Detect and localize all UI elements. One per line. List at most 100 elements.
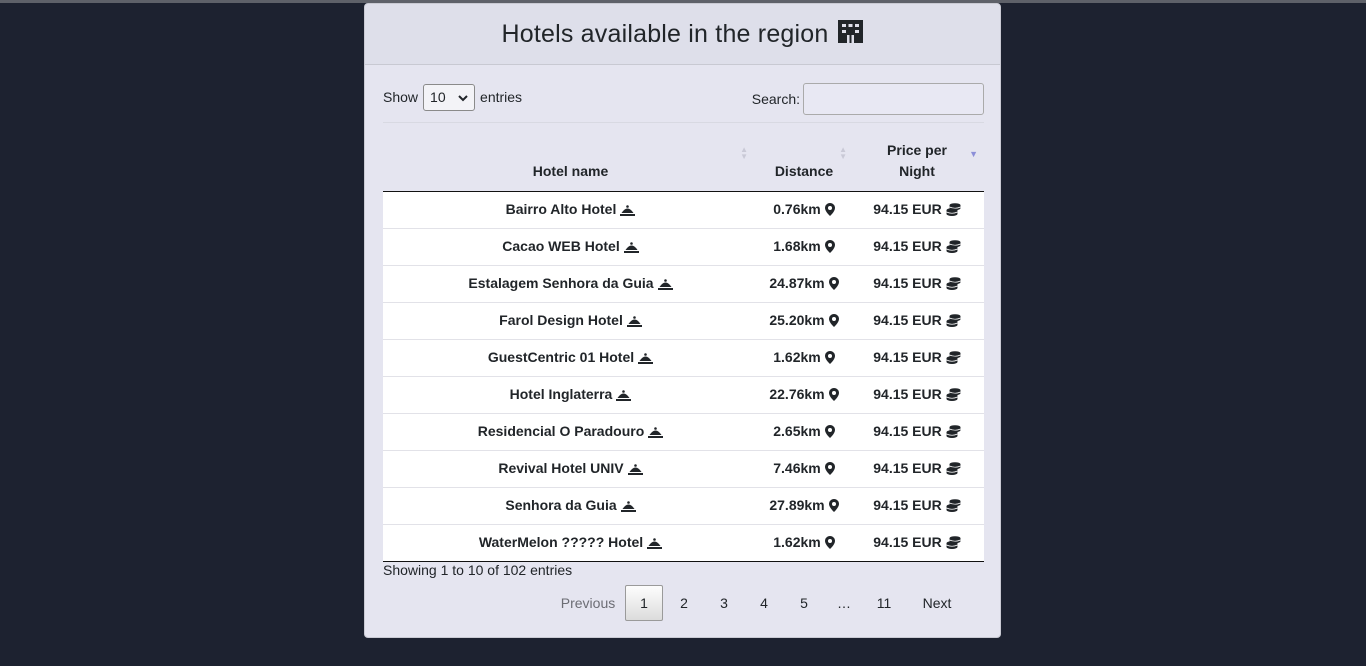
distance-cell: 1.62km	[758, 525, 850, 562]
table-row: Residencial O Paradouro 2.65km 94.15 EUR	[383, 413, 984, 451]
page-button-5[interactable]: 5	[785, 585, 823, 621]
hotel-name: Revival Hotel UNIV	[498, 460, 624, 476]
price-cell: 94.15 EUR	[850, 414, 984, 451]
coins-icon	[946, 536, 961, 552]
column-header-price[interactable]: Price per Night ▼	[850, 124, 984, 192]
entries-per-page-select[interactable]: 10	[423, 83, 476, 111]
distance-value: 0.76km	[773, 201, 821, 217]
price-cell: 94.15 EUR	[850, 488, 984, 525]
hotel-name-cell: Estalagem Senhora da Guia	[383, 266, 758, 303]
hotel-name: GuestCentric 01 Hotel	[487, 349, 635, 365]
price-value: 94.15 EUR	[873, 460, 942, 476]
hotels-card: Hotels available in the region Show 10 e…	[364, 3, 1001, 638]
price-value: 94.15 EUR	[873, 534, 942, 550]
map-marker-icon	[824, 240, 835, 256]
page-button-4[interactable]: 4	[745, 585, 783, 621]
coins-icon	[946, 314, 961, 330]
search-input[interactable]	[803, 83, 984, 115]
price-cell: 94.15 EUR	[850, 525, 984, 562]
column-header-label: Price per Night	[887, 142, 947, 179]
price-cell: 94.15 EUR	[850, 192, 984, 229]
price-value: 94.15 EUR	[873, 275, 942, 291]
entries-label: entries	[480, 89, 523, 105]
price-value: 94.15 EUR	[873, 386, 942, 402]
concierge-bell-icon	[616, 388, 632, 404]
distance-value: 1.68km	[773, 238, 821, 254]
table-row: Hotel Inglaterra 22.76km 94.15 EUR	[383, 376, 984, 414]
distance-value: 1.62km	[773, 534, 821, 550]
hotels-table: Hotel name ▲ ▼ Distance ▲ ▼ Price per Nigh…	[383, 124, 984, 562]
distance-value: 7.46km	[773, 460, 821, 476]
sort-both-icon: ▲ ▼	[740, 145, 748, 161]
hotel-name-cell: Residencial O Paradouro	[383, 414, 758, 451]
page-button-3[interactable]: 3	[705, 585, 743, 621]
price-cell: 94.15 EUR	[850, 229, 984, 266]
distance-cell: 2.65km	[758, 414, 850, 451]
table-controls: Show 10 entries Search:	[383, 83, 984, 115]
coins-icon	[946, 277, 961, 293]
hotel-name: WaterMelon ????? Hotel	[478, 534, 644, 550]
table-row: Estalagem Senhora da Guia 24.87km 94.15 EU…	[383, 265, 984, 303]
coins-icon	[946, 499, 961, 515]
pagination-ellipsis: …	[837, 595, 851, 611]
coins-icon	[946, 388, 961, 404]
distance-cell: 25.20km	[758, 303, 850, 340]
hotel-name: Estalagem Senhora da Guia	[468, 275, 654, 291]
distance-cell: 22.76km	[758, 377, 850, 414]
price-value: 94.15 EUR	[873, 423, 942, 439]
column-header-label: Hotel name	[532, 163, 609, 179]
table-info: Showing 1 to 10 of 102 entries	[383, 562, 573, 578]
concierge-bell-icon	[623, 240, 639, 256]
price-cell: 94.15 EUR	[850, 377, 984, 414]
distance-cell: 24.87km	[758, 266, 850, 303]
search-filter: Search:	[752, 83, 984, 115]
map-marker-icon	[828, 277, 839, 293]
entries-per-page-value: 10	[430, 89, 446, 105]
search-label: Search:	[751, 91, 800, 107]
price-value: 94.15 EUR	[873, 312, 942, 328]
distance-value: 24.87km	[769, 275, 825, 291]
hotel-icon	[837, 19, 864, 49]
page-title: Hotels available in the region	[501, 19, 829, 48]
table-row: Revival Hotel UNIV 7.46km 94.15 EUR	[383, 450, 984, 488]
next-page-button[interactable]: Next	[905, 585, 969, 621]
page-button-1[interactable]: 1	[625, 585, 663, 621]
table-row: Farol Design Hotel 25.20km 94.15 EUR	[383, 302, 984, 340]
table-row: WaterMelon ????? Hotel 1.62km 94.15 EUR	[383, 524, 984, 562]
distance-cell: 1.68km	[758, 229, 850, 266]
coins-icon	[946, 240, 961, 256]
hotel-name: Bairro Alto Hotel	[505, 201, 617, 217]
concierge-bell-icon	[657, 277, 673, 293]
card-header: Hotels available in the region	[365, 4, 1000, 65]
sort-descending-icon: ▼	[969, 149, 978, 159]
map-marker-icon	[824, 351, 835, 367]
pagination: Previous 1 2 3 4 5 … 11 Next	[552, 584, 970, 622]
concierge-bell-icon	[648, 425, 664, 441]
hotel-name-cell: Farol Design Hotel	[383, 303, 758, 340]
hotel-name-cell: Revival Hotel UNIV	[383, 451, 758, 488]
distance-value: 1.62km	[773, 349, 821, 365]
price-value: 94.15 EUR	[873, 201, 942, 217]
column-header-distance[interactable]: Distance ▲ ▼	[758, 124, 850, 192]
table-row: Bairro Alto Hotel 0.76km 94.15 EUR	[383, 191, 984, 229]
page-button-11[interactable]: 11	[865, 585, 903, 621]
distance-value: 25.20km	[769, 312, 825, 328]
concierge-bell-icon	[647, 536, 663, 552]
hotel-name: Farol Design Hotel	[499, 312, 623, 328]
table-header-row: Hotel name ▲ ▼ Distance ▲ ▼ Price per Nigh…	[383, 124, 984, 192]
table-row: GuestCentric 01 Hotel 1.62km 94.15 EUR	[383, 339, 984, 377]
concierge-bell-icon	[620, 499, 636, 515]
table-row: Cacao WEB Hotel 1.68km 94.15 EUR	[383, 228, 984, 266]
table-row: Senhora da Guia 27.89km 94.15 EUR	[383, 487, 984, 525]
page-button-2[interactable]: 2	[665, 585, 703, 621]
distance-value: 22.76km	[769, 386, 825, 402]
hotel-name: Cacao WEB Hotel	[502, 238, 620, 254]
coins-icon	[946, 425, 961, 441]
previous-page-button[interactable]: Previous	[553, 585, 623, 621]
sort-both-icon: ▲ ▼	[839, 145, 847, 161]
concierge-bell-icon	[620, 203, 636, 219]
concierge-bell-icon	[627, 462, 643, 478]
column-header-hotel-name[interactable]: Hotel name ▲ ▼	[383, 124, 758, 192]
price-value: 94.15 EUR	[873, 349, 942, 365]
concierge-bell-icon	[638, 351, 654, 367]
